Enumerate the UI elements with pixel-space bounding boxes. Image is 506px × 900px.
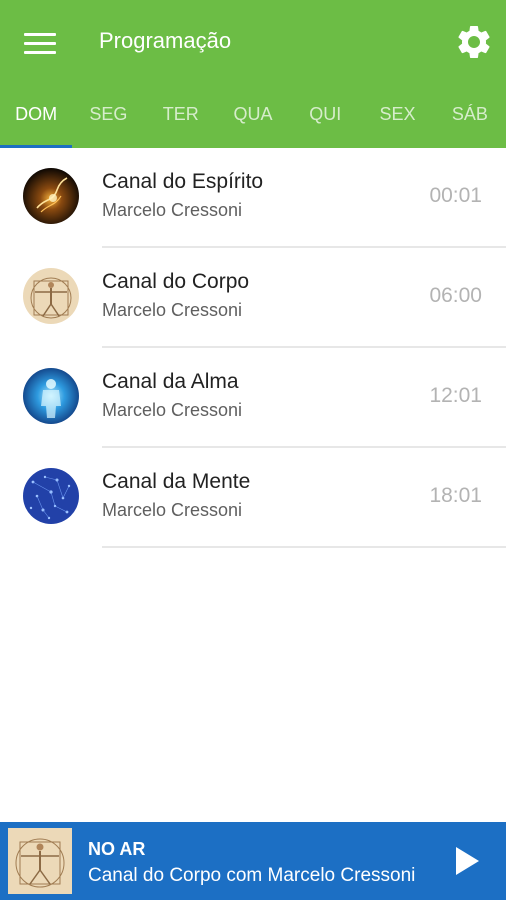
program-time: 00:01 — [429, 184, 482, 207]
hamburger-menu-icon[interactable] — [22, 27, 58, 57]
program-host: Marcelo Cressoni — [102, 500, 243, 520]
tab-ter[interactable]: TER — [145, 96, 217, 148]
schedule-item[interactable]: Canal da Alma Marcelo Cressoni 12:01 — [0, 348, 506, 448]
play-icon[interactable] — [452, 844, 482, 878]
program-time: 18:01 — [429, 484, 482, 507]
gear-icon[interactable] — [454, 22, 494, 62]
program-time: 06:00 — [429, 284, 482, 307]
page-title: Programação — [99, 28, 232, 53]
tab-qui[interactable]: QUI — [289, 96, 361, 148]
blue-network-thumbnail — [23, 468, 79, 524]
tab-sex[interactable]: SEX — [361, 96, 433, 148]
espirito-light-thumbnail — [23, 168, 79, 224]
schedule-item[interactable]: Canal da Mente Marcelo Cressoni 18:01 — [0, 448, 506, 548]
tab-dom[interactable]: DOM — [0, 96, 73, 148]
schedule-item[interactable]: Canal do Corpo Marcelo Cressoni 06:00 — [0, 248, 506, 348]
program-title: Canal da Mente — [102, 470, 251, 493]
vitruvian-man-thumbnail — [23, 268, 79, 324]
program-host: Marcelo Cressoni — [102, 300, 243, 320]
now-playing-bar[interactable]: NO AR Canal do Corpo com Marcelo Cresson… — [0, 822, 506, 900]
tab-sab[interactable]: SÁB — [434, 96, 506, 148]
divider — [102, 546, 506, 548]
tab-seg[interactable]: SEG — [72, 96, 144, 148]
program-title: Canal da Alma — [102, 370, 239, 393]
program-title: Canal do Corpo — [102, 270, 250, 293]
blue-body-thumbnail — [23, 368, 79, 424]
schedule-item[interactable]: Canal do Espírito Marcelo Cressoni 00:01 — [0, 148, 506, 248]
day-tabs: DOM SEG TER QUA QUI SEX SÁB — [0, 96, 506, 148]
schedule-list: Canal do Espírito Marcelo Cressoni 00:01… — [0, 148, 506, 548]
now-playing-title: Canal do Corpo com Marcelo Cressoni — [88, 865, 416, 886]
live-status-label: NO AR — [88, 839, 146, 859]
program-title: Canal do Espírito — [102, 170, 264, 193]
program-host: Marcelo Cressoni — [102, 200, 243, 220]
tab-qua[interactable]: QUA — [217, 96, 289, 148]
vitruvian-man-thumbnail — [8, 828, 72, 894]
program-host: Marcelo Cressoni — [102, 400, 243, 420]
app-bar: Programação DOM SEG TER QUA QUI SEX SÁB — [0, 0, 506, 148]
program-time: 12:01 — [429, 384, 482, 407]
